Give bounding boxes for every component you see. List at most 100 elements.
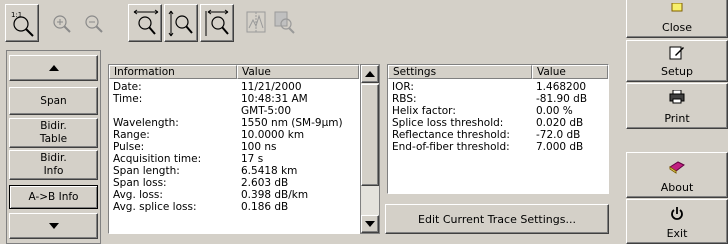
- row-value: 6.5418 km: [241, 165, 298, 177]
- row-value: 7.000 dB: [536, 141, 584, 153]
- row-label: Splice loss threshold:: [392, 117, 504, 129]
- print-label: Print: [664, 112, 690, 125]
- printer-icon: [669, 90, 685, 104]
- table-row: Acquisition time: 17 s: [109, 153, 359, 165]
- table-row: Helix factor: 0.00 %: [388, 105, 608, 117]
- info-header-value[interactable]: Value: [237, 65, 359, 79]
- power-icon: [671, 207, 683, 220]
- zoom-region-button[interactable]: [270, 4, 298, 42]
- nav-down-button[interactable]: [9, 213, 98, 239]
- row-value: 1.468200: [536, 81, 587, 93]
- settings-table: Settings Value IOR: 1.468200 RBS: -81.90 dB…: [387, 64, 609, 194]
- row-value: 100 ns: [241, 141, 277, 153]
- row-value: GMT-5:00: [241, 105, 292, 117]
- table-row: Time: 10:48:31 AM: [109, 93, 359, 105]
- info-header-information[interactable]: Information: [109, 65, 237, 79]
- row-label: Date:: [113, 81, 142, 93]
- row-value: 17 s: [241, 153, 264, 165]
- row-value: 10.0000 km: [241, 129, 305, 141]
- row-label: Reflectance threshold:: [392, 129, 510, 141]
- fit-vertical-icon: [168, 10, 193, 37]
- setup-label: Setup: [660, 65, 694, 78]
- left-nav: Span Bidir. Table Bidir. Info A->B Info: [6, 50, 101, 244]
- edit-trace-settings-button[interactable]: Edit Current Trace Settings...: [385, 204, 609, 234]
- row-value: 0.00 %: [536, 105, 573, 117]
- about-button[interactable]: About: [626, 152, 728, 198]
- nav-a-to-b-info-button[interactable]: A->B Info: [9, 185, 98, 209]
- row-value: -72.0 dB: [536, 129, 581, 141]
- right-spacer: [626, 130, 728, 152]
- row-value: 11/21/2000: [241, 81, 302, 93]
- row-value: 1550 nm (SM-9µm): [241, 117, 343, 129]
- nav-a-to-b-info-label: A->B Info: [28, 190, 79, 203]
- nav-bidir-info-button[interactable]: Bidir. Info: [9, 150, 98, 180]
- fit-horizontal-button[interactable]: [200, 4, 234, 42]
- scroll-down-icon: [365, 221, 375, 227]
- row-label: Avg. splice loss:: [113, 201, 197, 213]
- row-label: Pulse:: [113, 141, 145, 153]
- nav-span-button[interactable]: Span: [9, 87, 98, 115]
- table-row: Reflectance threshold: -72.0 dB: [388, 129, 608, 141]
- nav-bidir-table-button[interactable]: Bidir. Table: [9, 118, 98, 148]
- edit-trace-settings-label: Edit Current Trace Settings...: [418, 212, 576, 226]
- row-label: Range:: [113, 129, 150, 141]
- table-row: Avg. loss: 0.398 dB/km: [109, 189, 359, 201]
- table-row: Range: 10.0000 km: [109, 129, 359, 141]
- row-label: RBS:: [392, 93, 417, 105]
- close-icon: [671, 3, 683, 12]
- zoom-in-icon: [53, 15, 71, 33]
- table-row: GMT-5:00: [109, 105, 359, 117]
- zoom-marker-button[interactable]: [242, 4, 270, 42]
- right-button-column: Close Setup Print About Exit: [626, 0, 728, 244]
- zoom-in-button[interactable]: [48, 4, 76, 42]
- setup-icon: [669, 46, 684, 60]
- nav-bidir-info-label: Bidir. Info: [40, 152, 67, 177]
- fit-vertical-button[interactable]: [164, 4, 198, 42]
- table-row: RBS: -81.90 dB: [388, 93, 608, 105]
- toolbar: 1:1: [0, 0, 622, 50]
- zoom-region-icon: [274, 11, 295, 34]
- nav-up-button[interactable]: [9, 55, 98, 81]
- row-label: Acquisition time:: [113, 153, 202, 165]
- row-label: Time:: [113, 93, 143, 105]
- row-label: Wavelength:: [113, 117, 179, 129]
- book-icon: [669, 161, 685, 174]
- scroll-thumb[interactable]: [361, 84, 379, 186]
- zoom-1to1-icon: 1:1: [11, 11, 34, 37]
- scroll-up-button[interactable]: [361, 65, 379, 83]
- row-label: Helix factor:: [392, 105, 456, 117]
- print-button[interactable]: Print: [626, 83, 728, 129]
- nav-span-label: Span: [40, 94, 67, 107]
- table-row: Span loss: 2.603 dB: [109, 177, 359, 189]
- scroll-down-button[interactable]: [361, 215, 379, 233]
- table-row: Pulse: 100 ns: [109, 141, 359, 153]
- row-label: Span loss:: [113, 177, 167, 189]
- table-row: Date: 11/21/2000: [109, 81, 359, 93]
- settings-header-value[interactable]: Value: [532, 65, 608, 79]
- table-row: IOR: 1.468200: [388, 81, 608, 93]
- information-table: Information Value Date: 11/21/2000 Time: 10…: [108, 64, 360, 234]
- row-label: End-of-fiber threshold:: [392, 141, 510, 153]
- table-row: Splice loss threshold: 0.020 dB: [388, 117, 608, 129]
- row-label: Avg. loss:: [113, 189, 163, 201]
- row-label: Span length:: [113, 165, 180, 177]
- zoom-out-button[interactable]: [80, 4, 108, 42]
- table-row: Wavelength: 1550 nm (SM-9µm): [109, 117, 359, 129]
- close-button[interactable]: Close: [626, 0, 728, 38]
- info-scrollbar[interactable]: [360, 64, 380, 234]
- about-label: About: [660, 181, 694, 194]
- row-value: -81.90 dB: [536, 93, 588, 105]
- row-value: 2.603 dB: [241, 177, 289, 189]
- settings-header-settings[interactable]: Settings: [388, 65, 532, 79]
- row-value: 0.398 dB/km: [241, 189, 309, 201]
- exit-button[interactable]: Exit: [626, 199, 728, 244]
- exit-label: Exit: [666, 227, 688, 240]
- zoom-1to1-button[interactable]: 1:1: [5, 4, 39, 42]
- fit-both-button[interactable]: [128, 4, 162, 42]
- setup-button[interactable]: Setup: [626, 40, 728, 82]
- arrow-up-icon: [48, 65, 59, 71]
- zoom-marker-icon: [246, 11, 266, 33]
- fit-horizontal-icon: [205, 9, 229, 36]
- arrow-down-icon: [48, 223, 59, 229]
- row-label: IOR:: [392, 81, 414, 93]
